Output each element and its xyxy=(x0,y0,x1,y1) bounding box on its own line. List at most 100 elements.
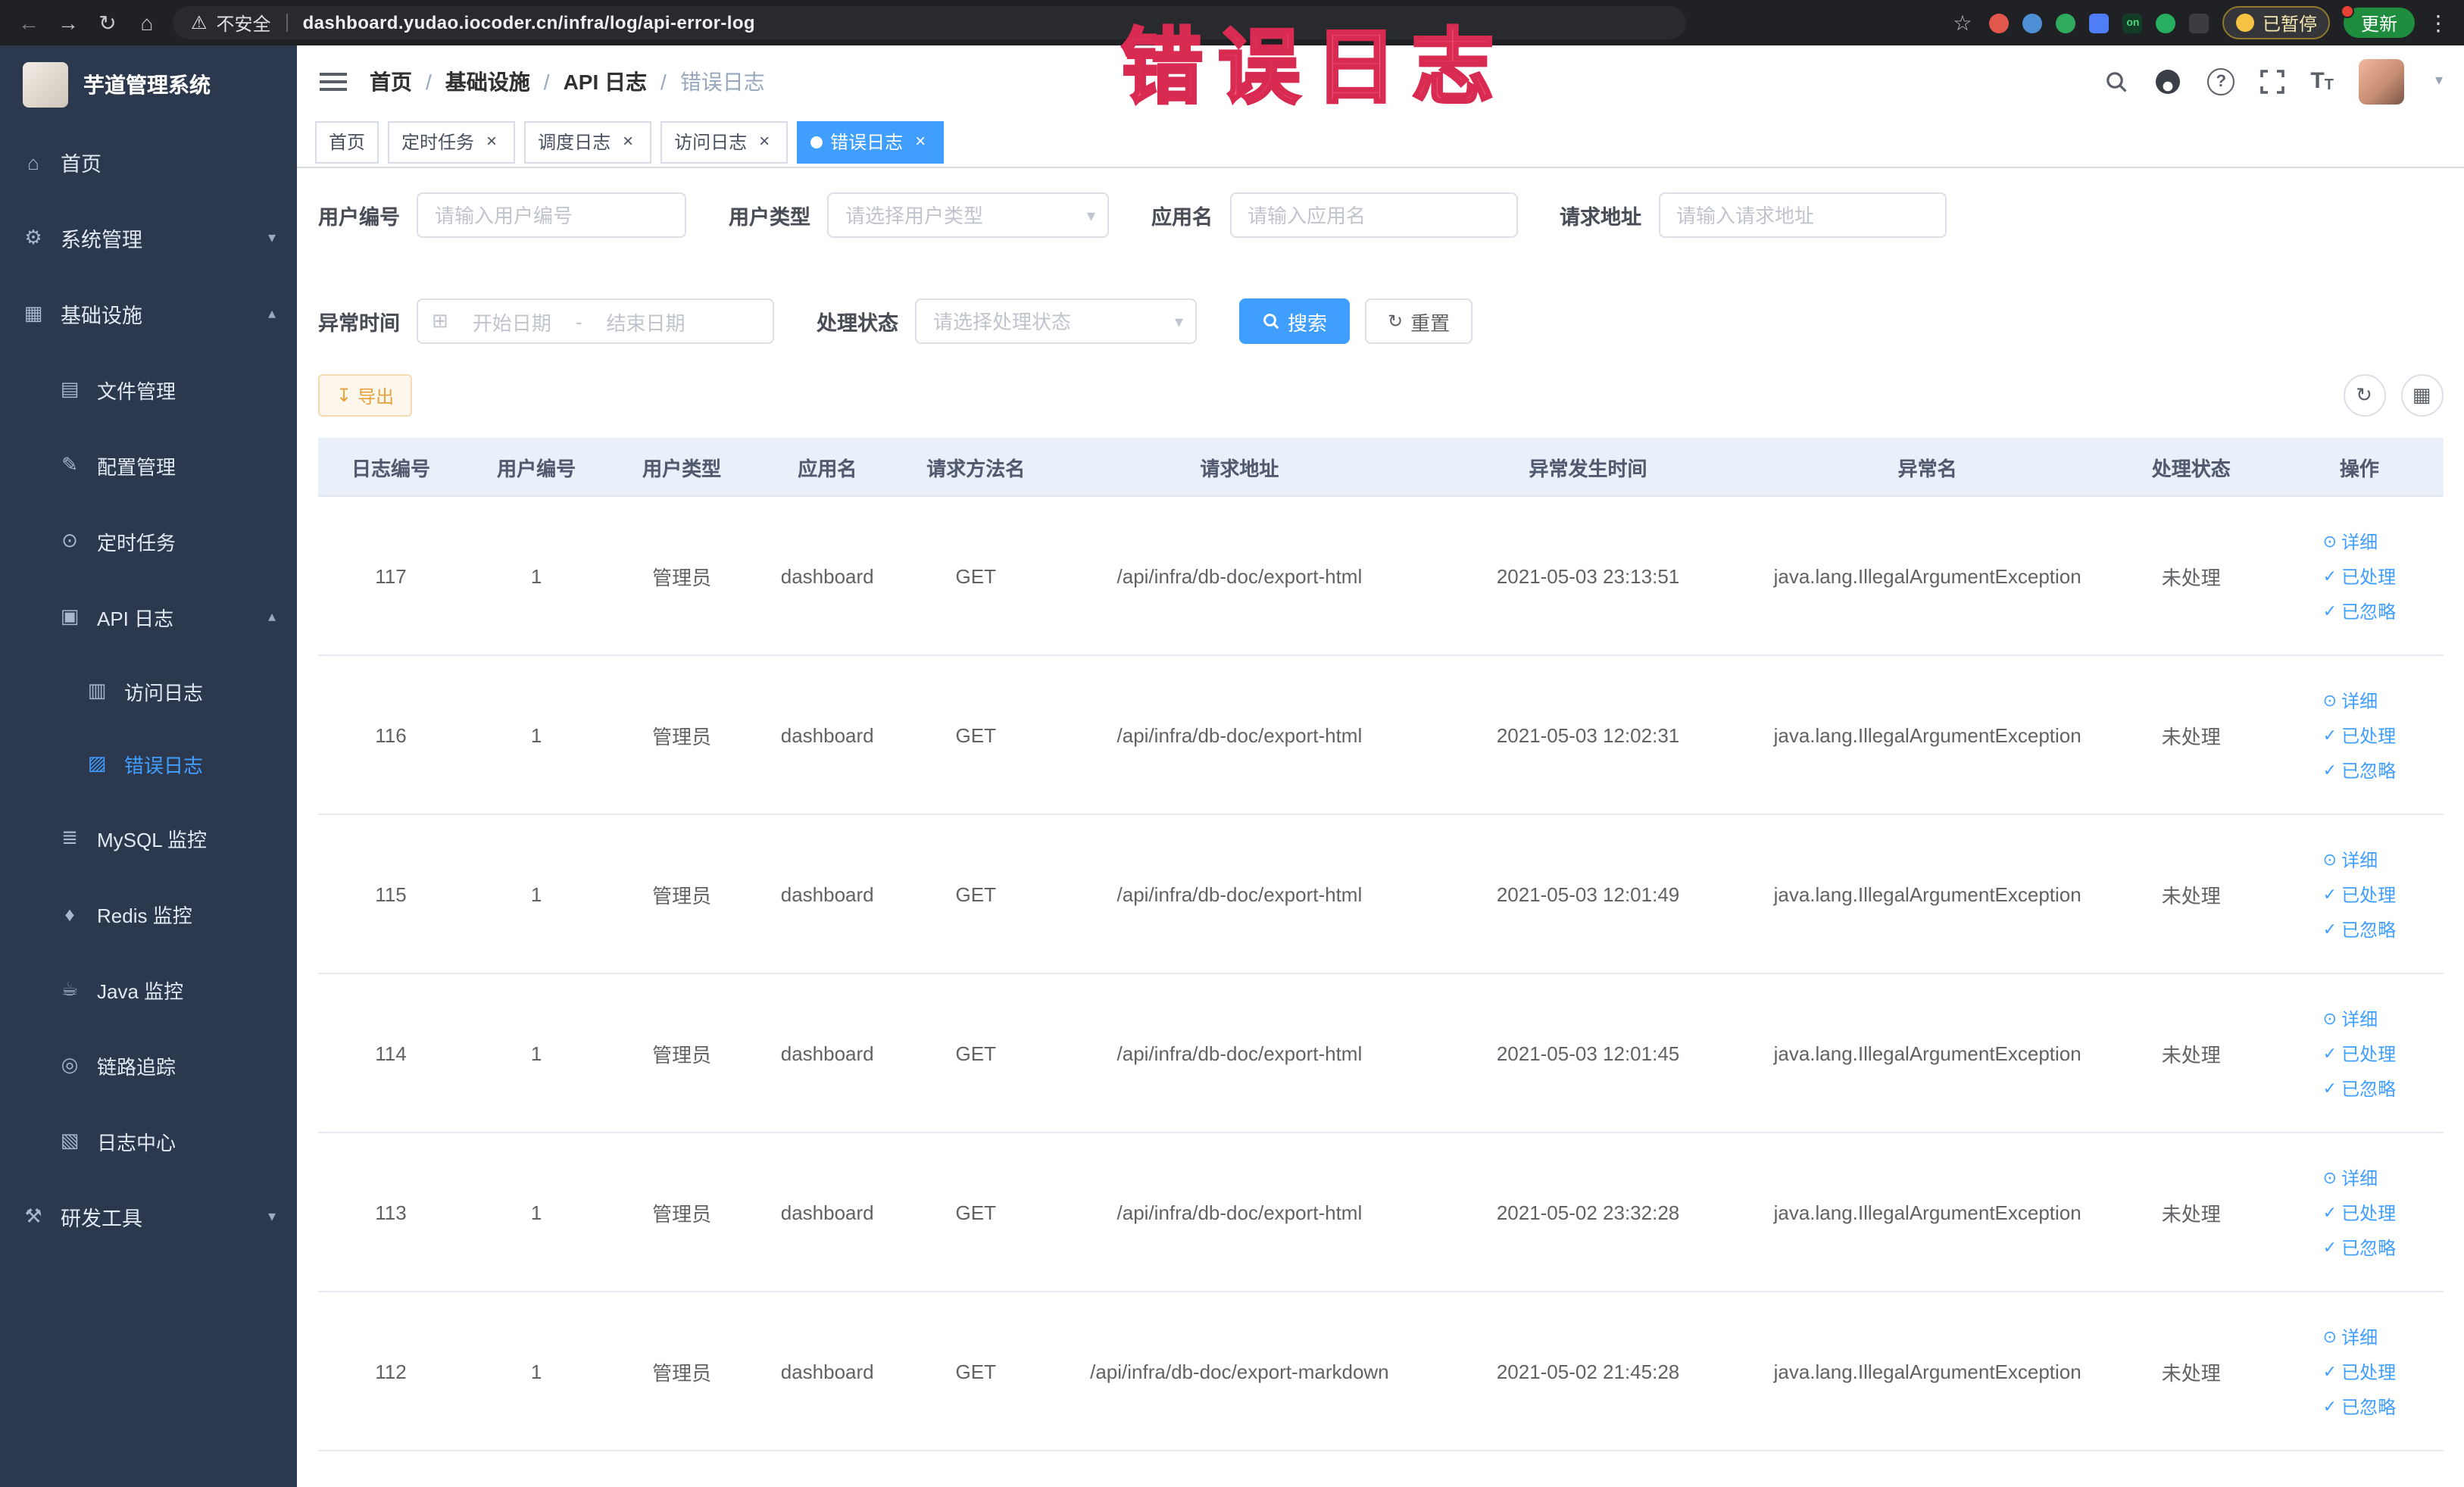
font-size-icon[interactable]: TT xyxy=(2310,68,2334,94)
search-icon xyxy=(1262,312,1280,330)
fullscreen-icon[interactable] xyxy=(2260,69,2285,93)
mark-ignored-link[interactable]: ✓ 已忽略 xyxy=(2323,1075,2396,1101)
search-button[interactable]: 搜索 xyxy=(1239,298,1351,344)
reload-icon[interactable]: ↻ xyxy=(94,10,121,36)
reset-button[interactable]: ↻ 重置 xyxy=(1365,298,1473,344)
user-caret-icon[interactable]: ▾ xyxy=(2435,73,2443,89)
tab-home[interactable]: 首页 xyxy=(315,120,379,163)
date-range-picker[interactable]: ⊞ 开始日期 - 结束日期 xyxy=(417,298,774,344)
bookmark-star-icon[interactable]: ☆ xyxy=(1949,10,1976,36)
user-type-select[interactable]: ▾ xyxy=(827,192,1109,238)
column-settings-button[interactable]: ▦ xyxy=(2400,374,2443,417)
table-toolbar: ↧ 导出 ↻ ▦ xyxy=(318,374,2443,417)
mark-processed-link[interactable]: ✓ 已处理 xyxy=(2323,722,2396,748)
close-icon[interactable]: × xyxy=(754,132,774,152)
cell-exception-name: java.lang.IllegalArgumentException xyxy=(1748,814,2106,974)
app-name-input[interactable] xyxy=(1229,192,1517,238)
cell-log-id: 116 xyxy=(318,655,464,815)
back-icon[interactable]: ← xyxy=(15,11,42,35)
mark-ignored-link[interactable]: ✓ 已忽略 xyxy=(2323,598,2396,623)
paused-extension-badge[interactable]: 已暂停 xyxy=(2222,6,2331,39)
browser-chrome: ← → ↻ ⌂ ⚠ 不安全 dashboard.yudao.iocoder.cn… xyxy=(0,0,2464,45)
tab-schedule-log[interactable]: 调度日志 × xyxy=(524,120,652,163)
detail-link[interactable]: ⊙ 详细 xyxy=(2323,1164,2378,1190)
process-status-select-input[interactable] xyxy=(915,298,1197,344)
refresh-table-button[interactable]: ↻ xyxy=(2343,374,2385,417)
close-icon[interactable]: × xyxy=(910,132,930,152)
home-nav-icon[interactable]: ⌂ xyxy=(133,11,161,35)
mark-processed-link[interactable]: ✓ 已处理 xyxy=(2323,881,2396,907)
user-type-select-input[interactable] xyxy=(827,192,1109,238)
toolbar-right: ↻ ▦ xyxy=(2343,374,2443,417)
column-header-actions: 操作 xyxy=(2275,438,2443,497)
detail-link[interactable]: ⊙ 详细 xyxy=(2323,528,2378,554)
mark-ignored-link[interactable]: ✓ 已忽略 xyxy=(2323,757,2396,783)
top-navbar: 首页 / 基础设施 / API 日志 / 错误日志 ? T T ▾ xyxy=(297,45,2464,117)
tab-access-log[interactable]: 访问日志 × xyxy=(661,120,789,163)
mark-ignored-link[interactable]: ✓ 已忽略 xyxy=(2323,1393,2396,1419)
extension-icon-on-badge[interactable]: on xyxy=(2122,13,2143,33)
forward-icon[interactable]: → xyxy=(55,11,82,35)
breadcrumb-home[interactable]: 首页 xyxy=(370,66,412,96)
logo-area[interactable]: 芋道管理系统 xyxy=(0,45,297,124)
sidebar-item-mysql-monitor[interactable]: ≣ MySQL 监控 xyxy=(0,800,297,876)
tab-error-log[interactable]: 错误日志 × xyxy=(797,120,945,163)
trace-icon: ◎ xyxy=(61,1053,79,1076)
mark-ignored-link[interactable]: ✓ 已忽略 xyxy=(2323,1234,2396,1260)
extension-icon-pin[interactable] xyxy=(2189,13,2209,33)
extension-icon-blue[interactable] xyxy=(2022,13,2043,33)
extension-icon-red[interactable] xyxy=(1989,13,2010,33)
export-button[interactable]: ↧ 导出 xyxy=(318,374,413,417)
detail-link[interactable]: ⊙ 详细 xyxy=(2323,1005,2378,1031)
cell-user-id: 1 xyxy=(464,814,610,974)
address-bar[interactable]: ⚠ 不安全 dashboard.yudao.iocoder.cn/infra/l… xyxy=(173,6,1686,39)
breadcrumb-api-log[interactable]: API 日志 xyxy=(564,66,647,96)
mark-ignored-link[interactable]: ✓ 已忽略 xyxy=(2323,916,2396,942)
sidebar-item-home[interactable]: ⌂ 首页 xyxy=(0,124,297,200)
process-status-select[interactable]: ▾ xyxy=(915,298,1197,344)
user-avatar[interactable] xyxy=(2359,58,2405,104)
sidebar-item-system-management[interactable]: ⚙ 系统管理 ▾ xyxy=(0,200,297,276)
close-icon[interactable]: × xyxy=(482,132,501,152)
sidebar-item-link-trace[interactable]: ◎ 链路追踪 xyxy=(0,1027,297,1103)
cell-exception-time: 2021-05-03 12:01:49 xyxy=(1427,814,1749,974)
sidebar-item-error-log[interactable]: ▨ 错误日志 xyxy=(0,727,297,800)
github-icon[interactable] xyxy=(2154,67,2181,95)
help-icon[interactable]: ? xyxy=(2207,67,2235,95)
active-tab-dot xyxy=(810,136,823,148)
sidebar-item-file-management[interactable]: ▤ 文件管理 xyxy=(0,351,297,427)
detail-link[interactable]: ⊙ 详细 xyxy=(2323,687,2378,713)
sidebar-item-dev-tools[interactable]: ⚒ 研发工具 ▾ xyxy=(0,1179,297,1254)
detail-link[interactable]: ⊙ 详细 xyxy=(2323,846,2378,872)
search-icon[interactable] xyxy=(2104,69,2128,93)
tab-scheduled-jobs[interactable]: 定时任务 × xyxy=(388,120,516,163)
sidebar-item-config-management[interactable]: ✎ 配置管理 xyxy=(0,427,297,503)
mark-processed-link[interactable]: ✓ 已处理 xyxy=(2323,1040,2396,1066)
detail-link[interactable]: ⊙ 详细 xyxy=(2323,1323,2378,1349)
column-header-app-name: 应用名 xyxy=(754,438,901,497)
not-secure-warning-icon: ⚠ xyxy=(191,12,208,33)
check-icon: ✓ xyxy=(2322,1204,2338,1222)
filter-label: 应用名 xyxy=(1151,206,1213,229)
sidebar-item-redis-monitor[interactable]: ♦ Redis 监控 xyxy=(0,876,297,951)
browser-menu-icon[interactable]: ⋮ xyxy=(2428,10,2449,36)
hamburger-icon[interactable] xyxy=(297,69,370,93)
mark-processed-link[interactable]: ✓ 已处理 xyxy=(2323,1199,2396,1225)
extension-icon-grid[interactable] xyxy=(2089,13,2110,33)
extension-icon-green[interactable] xyxy=(2056,13,2076,33)
sidebar-item-access-log[interactable]: ▥ 访问日志 xyxy=(0,654,297,727)
extension-icon-leaf[interactable] xyxy=(2156,13,2176,33)
sidebar-item-scheduled-jobs[interactable]: ⊙ 定时任务 xyxy=(0,503,297,579)
mark-processed-link[interactable]: ✓ 已处理 xyxy=(2323,563,2396,589)
browser-update-button[interactable]: 更新 xyxy=(2341,5,2414,38)
user-id-input[interactable] xyxy=(417,192,686,238)
sidebar-item-infrastructure[interactable]: ▦ 基础设施 ▴ xyxy=(0,276,297,351)
breadcrumb-infrastructure[interactable]: 基础设施 xyxy=(445,66,530,96)
sidebar-item-java-monitor[interactable]: ☕ Java 监控 xyxy=(0,951,297,1027)
sidebar-item-log-center[interactable]: ▧ 日志中心 xyxy=(0,1103,297,1179)
sidebar-item-api-log[interactable]: ▣ API 日志 ▴ xyxy=(0,579,297,654)
mark-processed-link[interactable]: ✓ 已处理 xyxy=(2323,1358,2396,1384)
column-header-user-type: 用户类型 xyxy=(609,438,755,497)
request-url-input[interactable] xyxy=(1658,192,1946,238)
close-icon[interactable]: × xyxy=(618,132,638,152)
